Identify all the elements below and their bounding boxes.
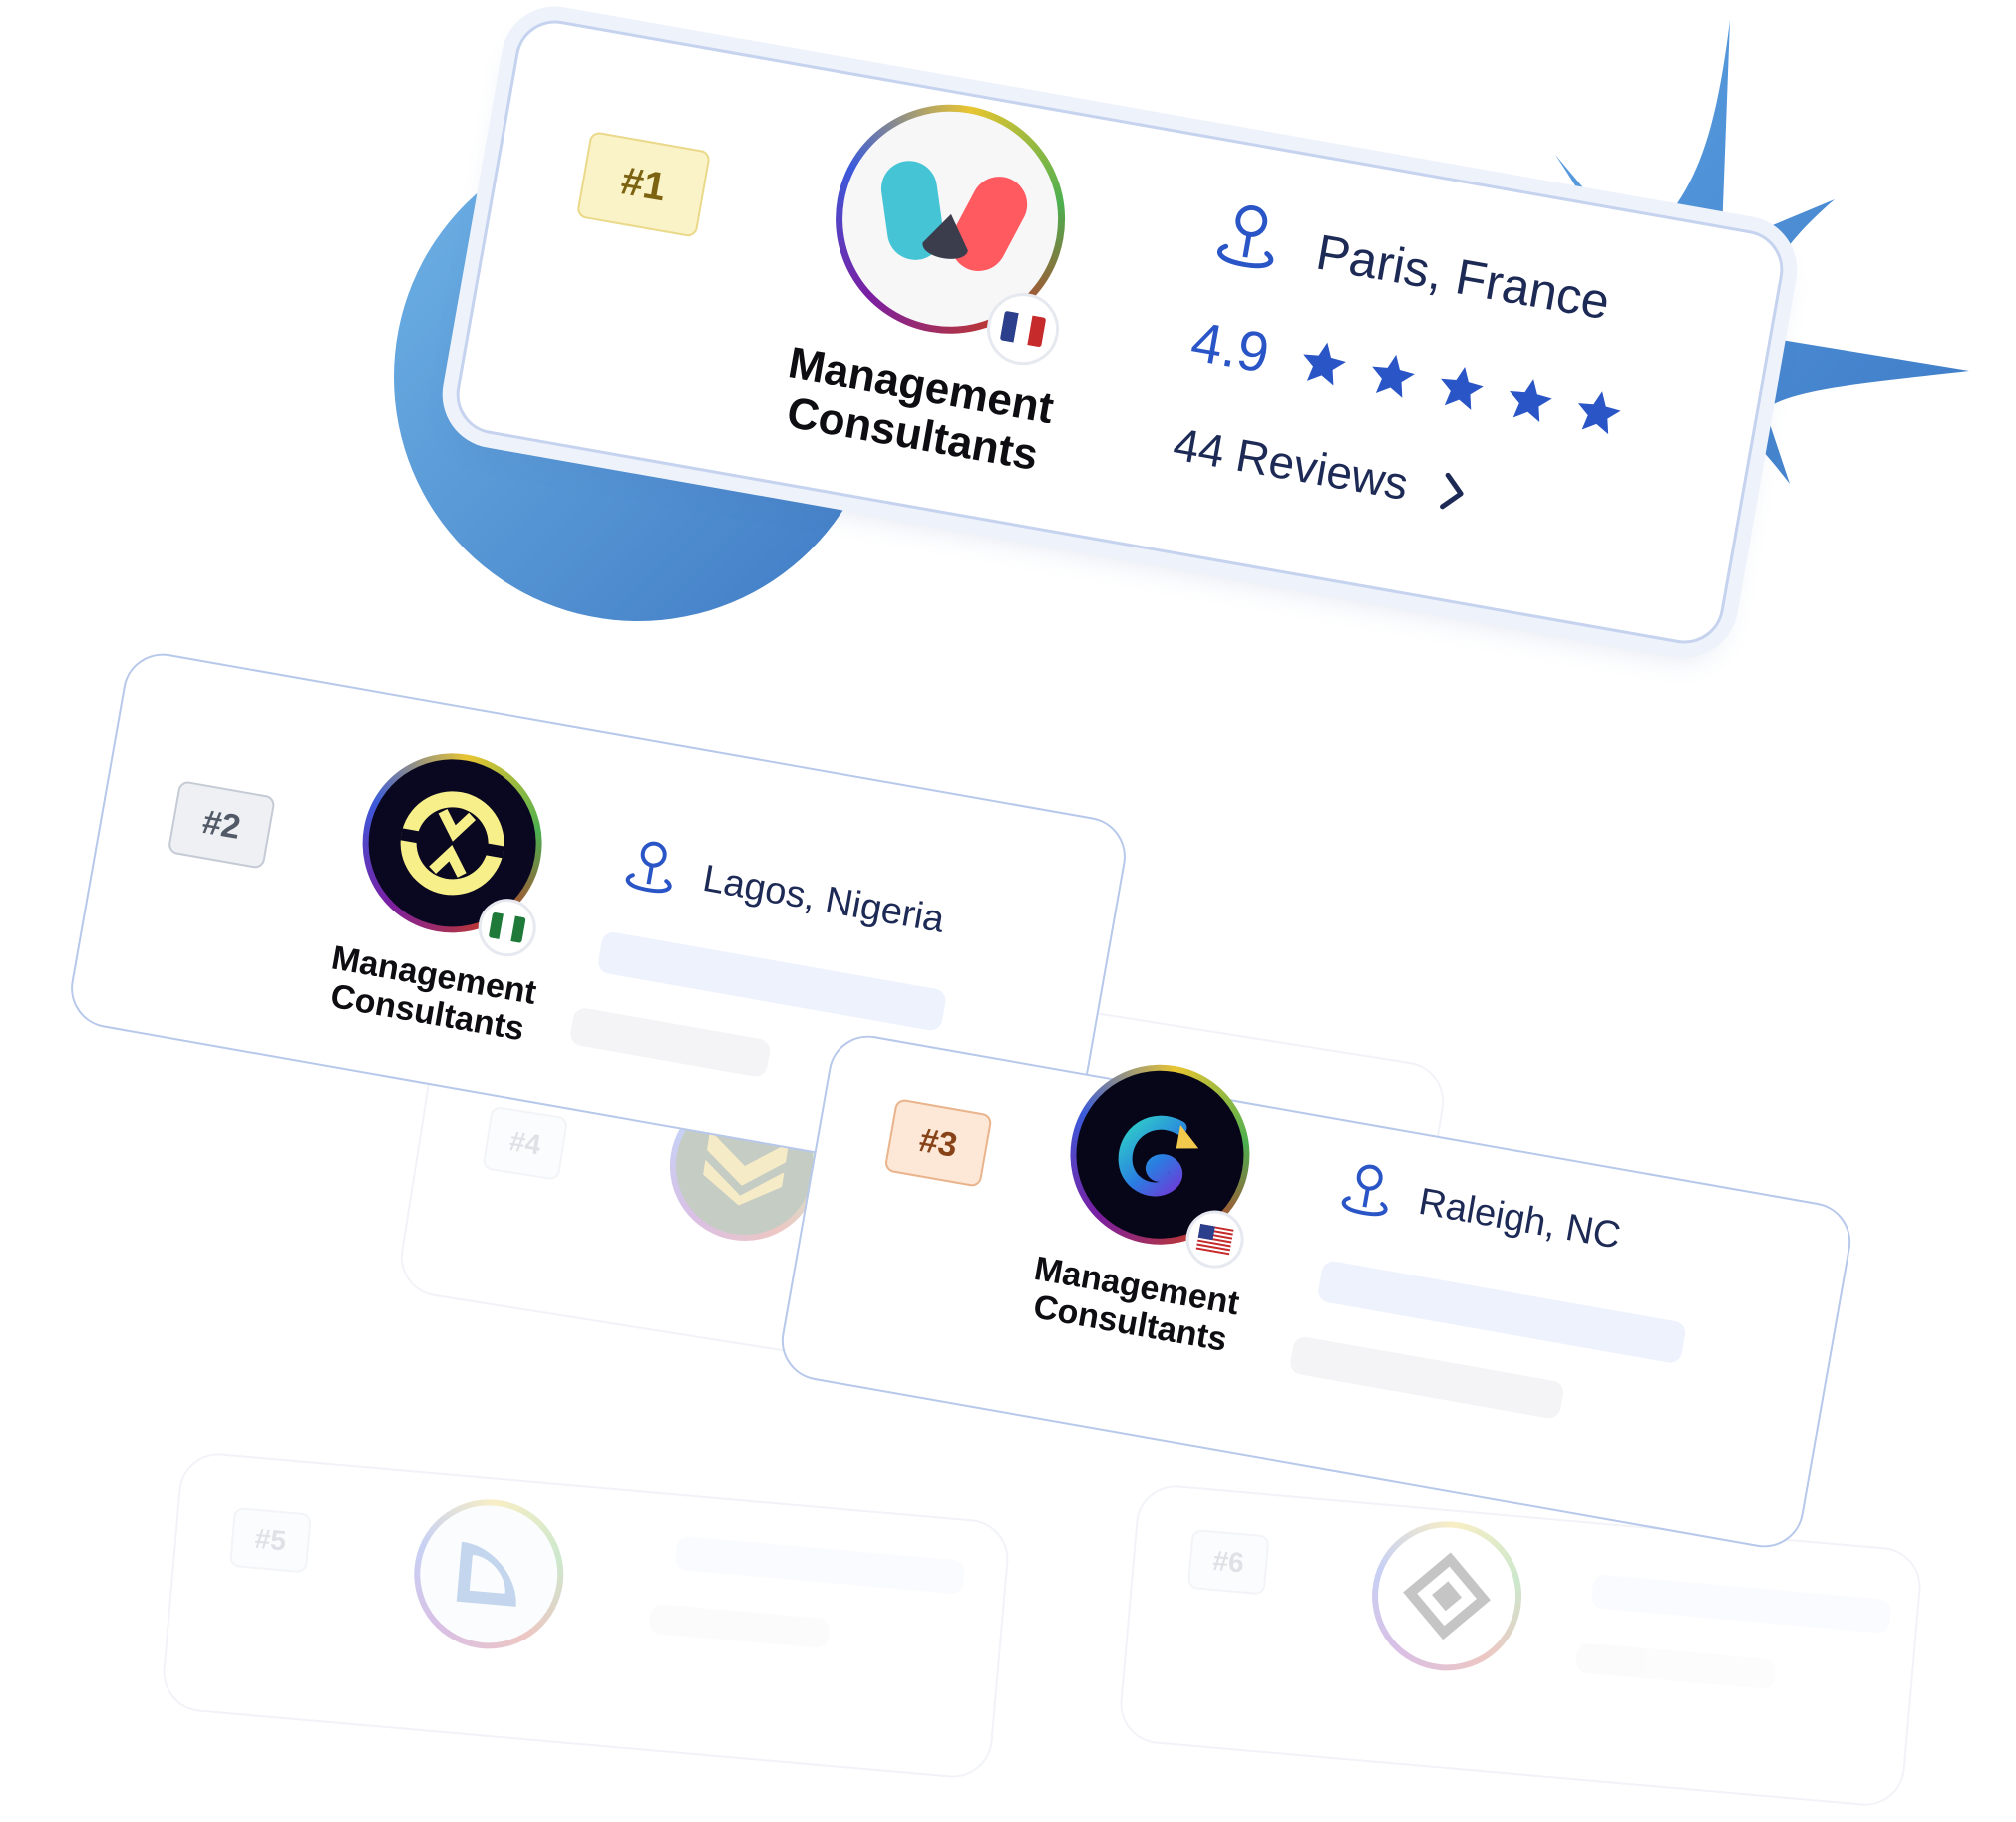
- placeholder-bar: [568, 1006, 772, 1079]
- location-row: Raleigh, NC: [1331, 1156, 1625, 1267]
- star-icon: [1577, 390, 1621, 434]
- location-pin-icon: [625, 841, 672, 894]
- location-text: Paris, France: [1312, 223, 1614, 331]
- placeholder-bar: [1288, 1335, 1565, 1421]
- rating-value: 4.9: [1186, 309, 1274, 385]
- location-row: Lagos, Nigeria: [615, 833, 949, 950]
- reviews-link[interactable]: 44 Reviews: [1170, 417, 1478, 523]
- wave-logo-icon: [456, 1541, 516, 1607]
- location-row: Paris, France: [1204, 195, 1615, 340]
- rank-badge: #4: [482, 1105, 569, 1181]
- star-rating: [1293, 333, 1628, 442]
- chevron-right-icon: [1439, 472, 1464, 510]
- reviews-count: 44 Reviews: [1170, 417, 1413, 511]
- m-logo-icon: [880, 161, 1028, 272]
- star-icon: [1303, 342, 1346, 386]
- rank-badge: #2: [167, 779, 276, 870]
- diamond-logo-icon: [1403, 1552, 1491, 1640]
- star-icon: [1509, 378, 1552, 422]
- location-text: Raleigh, NC: [1415, 1180, 1624, 1258]
- star-icon: [1441, 366, 1484, 410]
- company-logo: [1365, 1515, 1528, 1677]
- location-pin-icon: [1341, 1164, 1388, 1217]
- rank-badge: #1: [575, 130, 712, 238]
- placeholder-bar: [596, 930, 948, 1033]
- rank-badge: #6: [1186, 1528, 1270, 1596]
- star-icon: [1372, 354, 1415, 398]
- location-pin-icon: [1217, 204, 1274, 269]
- company-logo: [408, 1493, 570, 1655]
- coin-logo-icon: [400, 791, 504, 896]
- rank-badge: #3: [883, 1097, 993, 1188]
- location-text: Lagos, Nigeria: [699, 857, 948, 941]
- rank-badge: #5: [228, 1506, 312, 1574]
- chameleon-logo-icon: [1118, 1115, 1199, 1197]
